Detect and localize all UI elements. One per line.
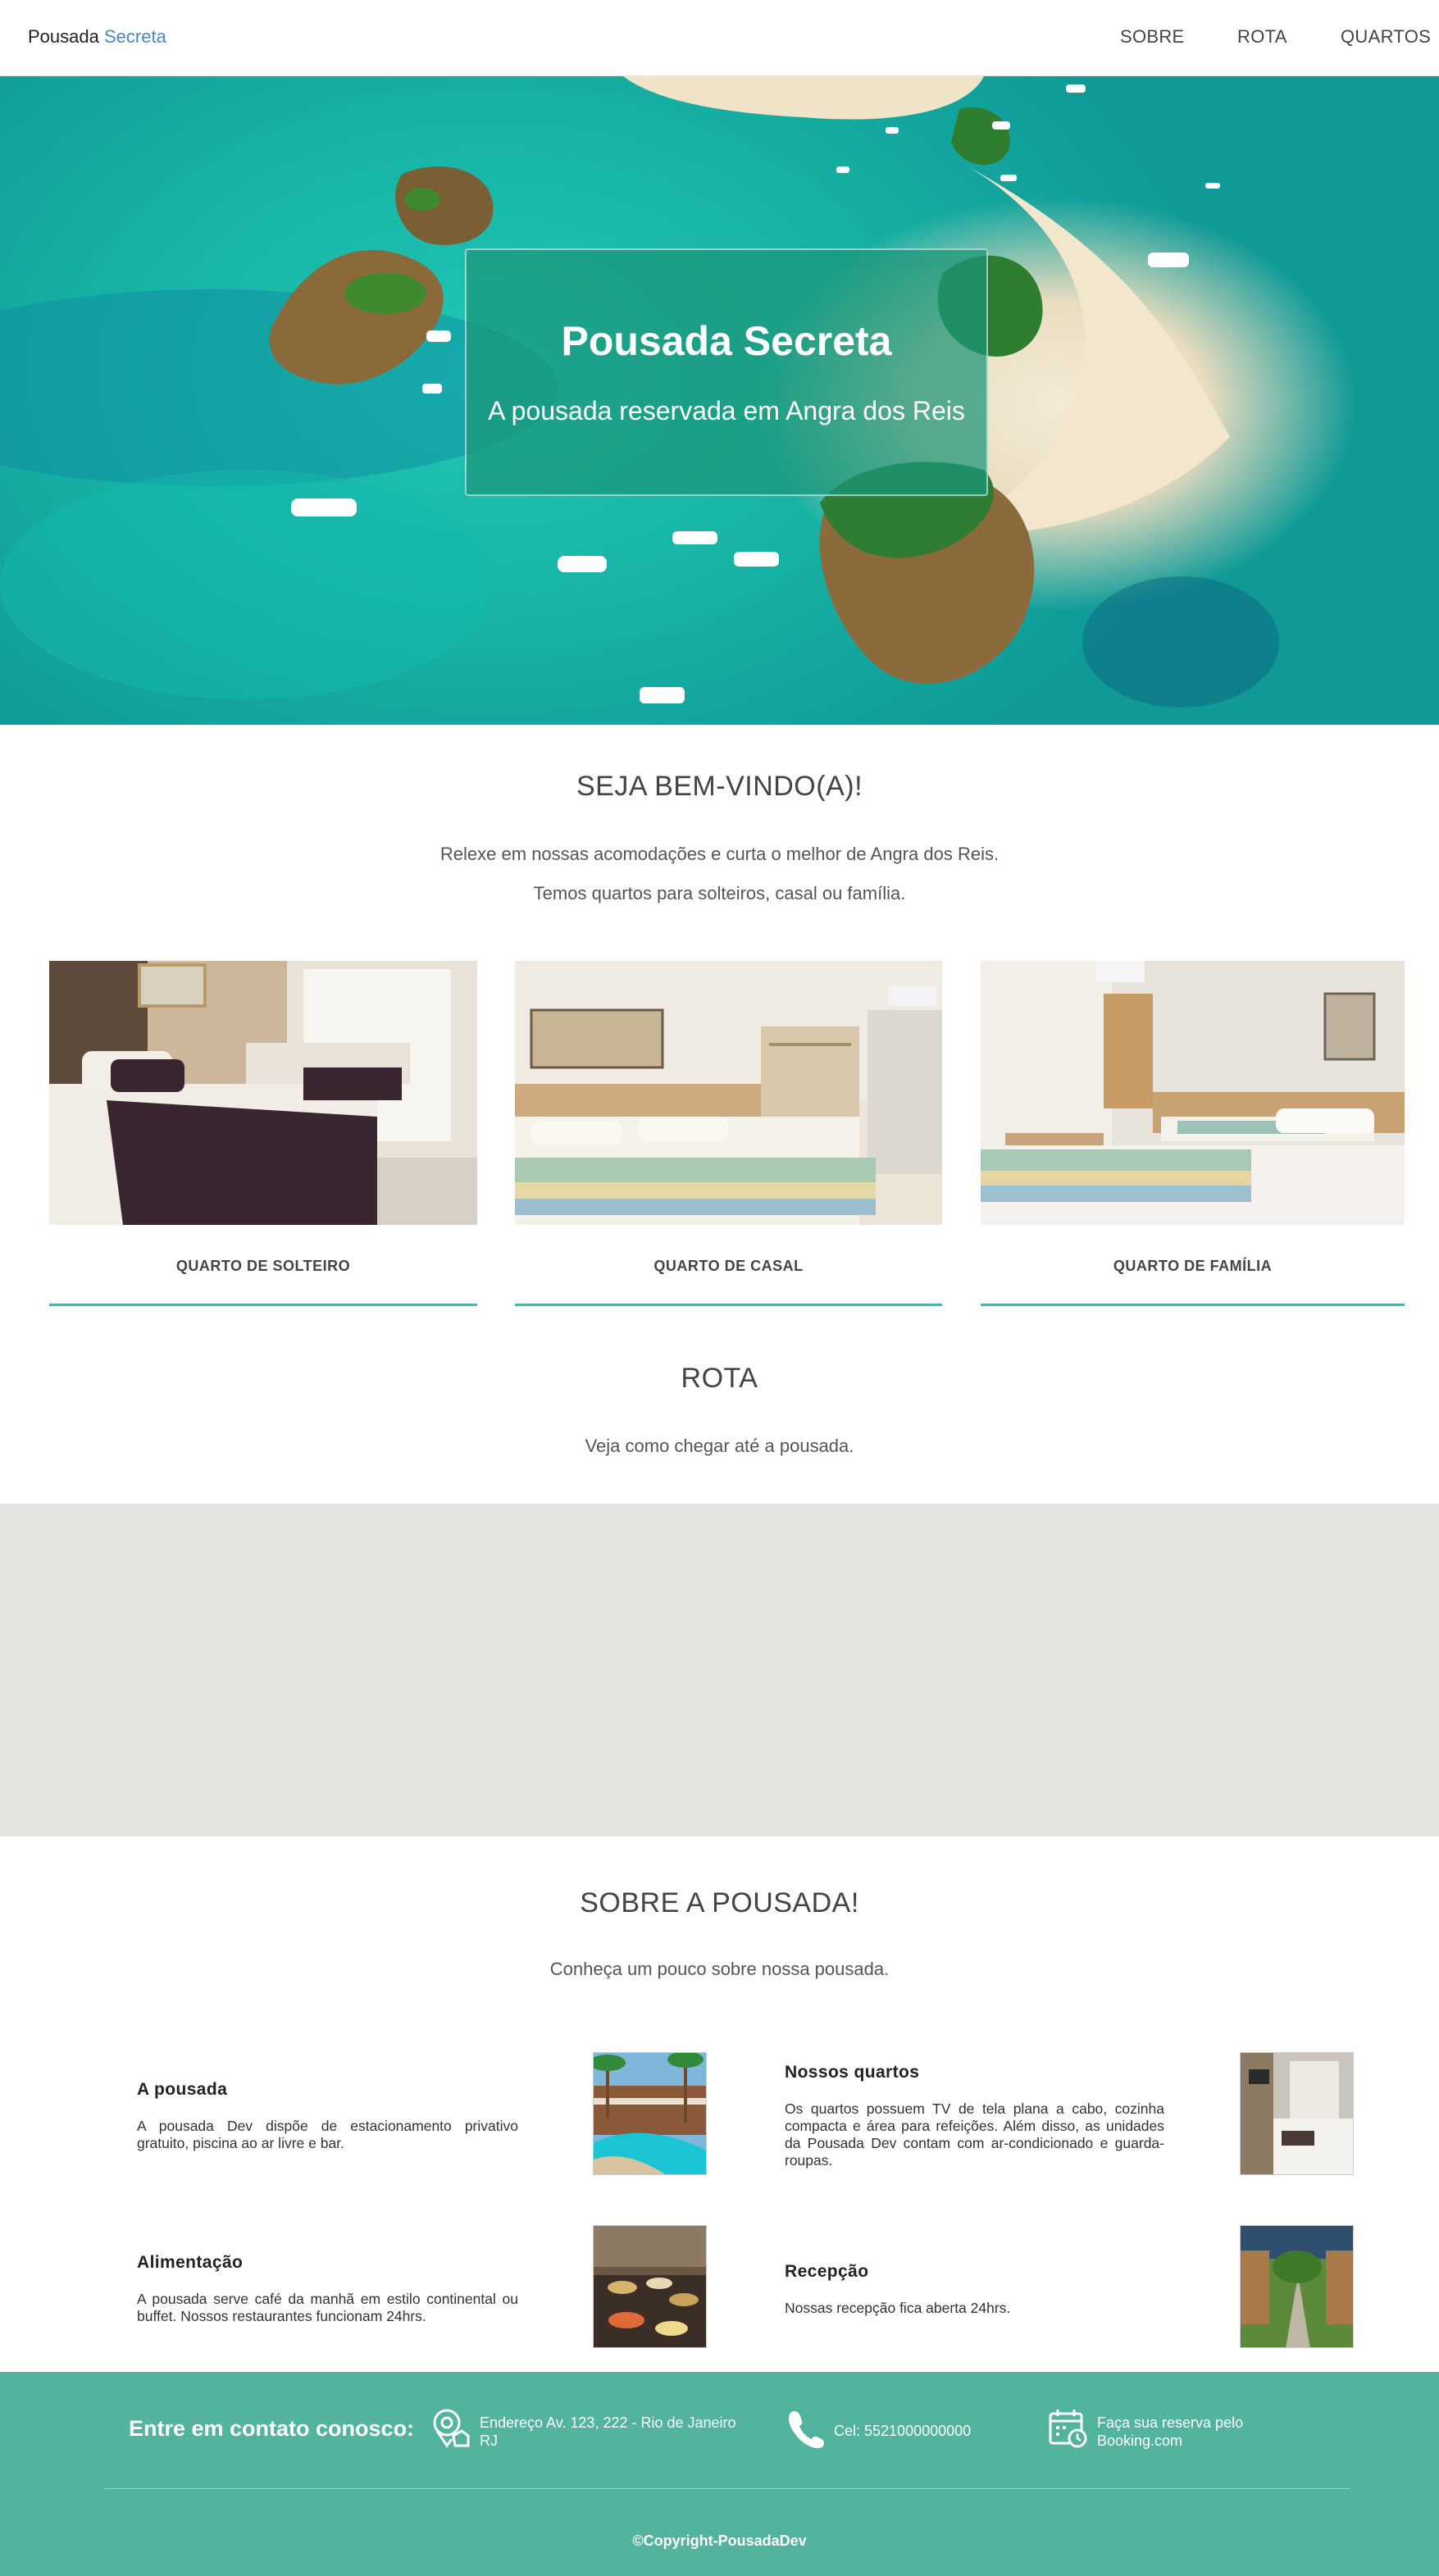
room-photo-casal xyxy=(515,961,942,1225)
about-item-title: Nossos quartos xyxy=(785,2063,920,2082)
room-divider xyxy=(981,1304,1405,1306)
about-item-text: Os quartos possuem TV de tela plana a ca… xyxy=(785,2100,1164,2169)
footer-phone[interactable]: Cel: 5521000000000 xyxy=(834,2422,1039,2440)
about-item-alimentacao: Alimentação A pousada serve café da manh… xyxy=(137,2253,518,2325)
about-photo-quartos xyxy=(1240,2052,1354,2175)
about-item-text: A pousada Dev dispõe de estacionamento p… xyxy=(137,2118,518,2151)
brand-main-text: Pousada xyxy=(28,26,99,47)
hero-subtitle: A pousada reservada em Angra dos Reis xyxy=(488,396,965,426)
nav-link-quartos[interactable]: QUARTOS xyxy=(1341,26,1431,48)
footer-address: Endereço Av. 123, 222 - Rio de Janeiro R… xyxy=(480,2414,736,2449)
room-card-familia[interactable]: QUARTO DE FAMÍLIA xyxy=(981,961,1405,1306)
about-title: SOBRE A POUSADA! xyxy=(580,1887,859,1918)
brand-logo[interactable]: Pousada Secreta xyxy=(28,26,166,48)
map-embed[interactable] xyxy=(0,1504,1439,1836)
about-item-quartos: Nossos quartos Os quartos possuem TV de … xyxy=(785,2063,1164,2169)
about-item-title: Alimentação xyxy=(137,2253,244,2272)
room-card-casal[interactable]: QUARTO DE CASAL xyxy=(515,961,942,1306)
about-item-pousada: A pousada A pousada Dev dispõe de estaci… xyxy=(137,2080,518,2152)
room-card-solteiro[interactable]: QUARTO DE SOLTEIRO xyxy=(49,961,477,1306)
about-item-text: Nossas recepção fica aberta 24hrs. xyxy=(785,2300,1011,2316)
brand-accent-text: Secreta xyxy=(103,26,166,47)
nav-link-rota[interactable]: ROTA xyxy=(1237,26,1287,48)
room-divider xyxy=(515,1304,942,1306)
phone-icon xyxy=(789,2410,824,2449)
hero-banner: Pousada Secreta A pousada reservada em A… xyxy=(0,76,1439,725)
footer-divider xyxy=(104,2488,1350,2489)
welcome-title: SEJA BEM-VINDO(A)! xyxy=(576,771,863,802)
room-label-casal: QUARTO DE CASAL xyxy=(653,1258,804,1274)
room-label-solteiro: QUARTO DE SOLTEIRO xyxy=(175,1258,351,1274)
footer-booking[interactable]: Faça sua reserva pelo Booking.com xyxy=(1097,2414,1310,2450)
calendar-clock-icon xyxy=(1049,2410,1087,2448)
location-pin-icon xyxy=(433,2409,470,2448)
about-item-title: Recepção xyxy=(785,2262,869,2281)
route-title: ROTA xyxy=(681,1363,758,1394)
room-label-familia: QUARTO DE FAMÍLIA xyxy=(1113,1258,1273,1274)
room-photo-familia xyxy=(981,961,1405,1225)
about-photo-alimentacao xyxy=(593,2225,707,2348)
footer: Entre em contato conosco: Endereço Av. 1… xyxy=(0,2372,1439,2576)
hero-card: Pousada Secreta A pousada reservada em A… xyxy=(465,248,988,496)
route-subtitle: Veja como chegar até a pousada. xyxy=(585,1436,854,1456)
welcome-line-1: Relexe em nossas acomodações e curta o m… xyxy=(439,844,1000,864)
about-photo-pousada xyxy=(593,2052,707,2175)
nav-link-sobre[interactable]: SOBRE xyxy=(1120,26,1185,48)
contact-title: Entre em contato conosco: xyxy=(129,2416,415,2441)
about-item-text: A pousada serve café da manhã em estilo … xyxy=(137,2291,518,2324)
footer-copyright: ©Copyright-PousadaDev xyxy=(632,2533,807,2549)
navbar: Pousada Secreta SOBRE ROTA QUARTOS xyxy=(0,0,1439,76)
room-divider xyxy=(49,1304,477,1306)
about-item-recepcao: Recepção Nossas recepção fica aberta 24h… xyxy=(785,2262,1164,2317)
about-item-title: A pousada xyxy=(137,2080,228,2099)
room-photo-solteiro xyxy=(49,961,477,1225)
welcome-line-2: Temos quartos para solteiros, casal ou f… xyxy=(533,883,906,903)
about-subtitle: Conheça um pouco sobre nossa pousada. xyxy=(549,1959,890,1979)
hero-title: Pousada Secreta xyxy=(561,318,892,364)
about-photo-recepcao xyxy=(1240,2225,1354,2348)
